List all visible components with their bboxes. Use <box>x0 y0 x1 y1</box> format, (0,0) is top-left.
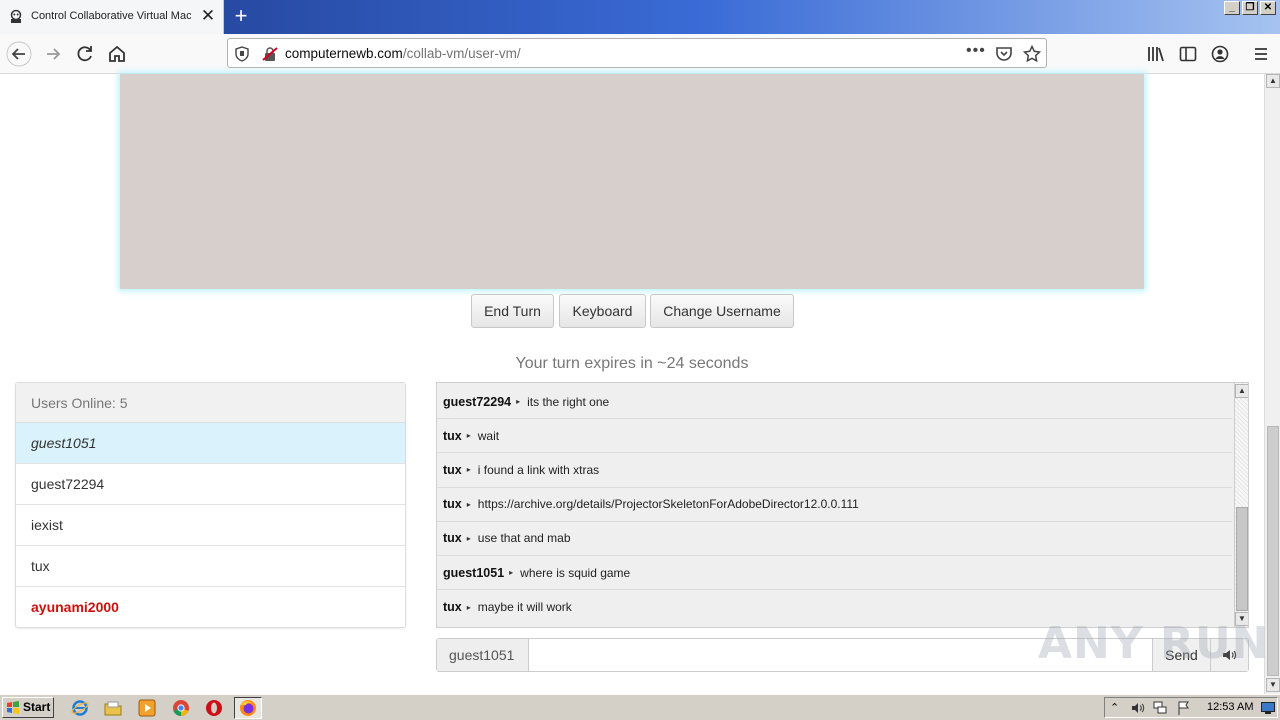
minimize-window-icon[interactable]: _ <box>1224 1 1240 15</box>
tracking-shield-icon[interactable] <box>234 46 250 62</box>
scroll-down-icon[interactable]: ▼ <box>1266 678 1280 692</box>
chat-text: use that and mab <box>477 531 571 546</box>
keyboard-button[interactable]: Keyboard <box>559 294 646 328</box>
chat-text: where is squid game <box>520 565 631 580</box>
arrow-icon: ▸ <box>466 431 471 441</box>
tray-expand-icon[interactable]: ⌃ <box>1110 701 1124 715</box>
close-tab-icon[interactable]: ✕ <box>199 7 217 25</box>
url-text: computernewb.com/collab-vm/user-vm/ <box>285 46 521 61</box>
firefox-taskbar-button[interactable] <box>234 697 262 719</box>
arrow-icon: ▸ <box>466 602 471 612</box>
account-icon[interactable] <box>1211 45 1229 63</box>
reload-icon[interactable] <box>72 41 98 67</box>
arrow-icon: ▸ <box>466 533 471 543</box>
collabvm-favicon-icon <box>10 9 22 23</box>
bookmark-star-icon[interactable] <box>1023 45 1041 63</box>
chrome-icon[interactable] <box>172 699 190 717</box>
restore-window-icon[interactable]: ❐ <box>1242 1 1258 15</box>
pocket-icon[interactable] <box>995 45 1013 63</box>
user-list-item[interactable]: tux <box>16 546 405 587</box>
tab-title: Control Collaborative Virtual Machine <box>31 10 191 22</box>
chat-scrollbar[interactable]: ▲ ▼ <box>1234 383 1248 627</box>
chat-scrollbar-thumb[interactable] <box>1236 507 1248 611</box>
anyrun-watermark: ANY RUN <box>1038 612 1269 669</box>
chat-message: tux ▸ use that and mab <box>437 522 1232 556</box>
library-icon[interactable] <box>1147 45 1165 63</box>
file-explorer-icon[interactable] <box>104 699 122 717</box>
url-domain: computernewb.com <box>285 46 403 61</box>
chat-text[interactable]: https://archive.org/details/ProjectorSke… <box>478 497 859 511</box>
chat-username[interactable]: tux <box>443 497 462 511</box>
close-window-icon[interactable]: ✕ <box>1260 1 1276 15</box>
show-desktop-icon[interactable] <box>1261 702 1275 714</box>
scroll-up-icon[interactable]: ▲ <box>1266 74 1280 88</box>
menu-icon[interactable] <box>1252 45 1270 63</box>
end-turn-button[interactable]: End Turn <box>471 294 554 328</box>
chat-username-label: guest1051 <box>437 639 529 671</box>
chat-username[interactable]: tux <box>443 463 462 477</box>
chat-message-list: guest72294 ▸ its the right one tux ▸ wait tu… <box>437 385 1232 624</box>
chat-text: wait <box>477 428 500 443</box>
chat-message: guest1051 ▸ where is squid game <box>437 556 1232 591</box>
user-list-item[interactable]: ayunami2000 <box>16 587 405 628</box>
new-tab-icon[interactable]: + <box>230 4 252 28</box>
back-icon[interactable] <box>6 41 32 67</box>
watermark-text: ANY RUN <box>1038 618 1270 669</box>
browser-tab[interactable]: Control Collaborative Virtual Machine ✕ <box>0 0 224 34</box>
users-online-panel: Users Online: 5 guest1051 guest72294 iex… <box>15 382 406 628</box>
browser-toolbar: computernewb.com/collab-vm/user-vm/ ••• <box>0 34 1280 74</box>
clock-time[interactable]: 12:53 AM <box>1207 701 1253 713</box>
home-icon[interactable] <box>104 41 130 67</box>
chat-username[interactable]: tux <box>443 600 462 614</box>
user-list-item[interactable]: iexist <box>16 505 405 546</box>
forward-icon[interactable] <box>40 41 66 67</box>
chat-username[interactable]: guest72294 <box>443 395 511 409</box>
volume-icon[interactable] <box>1131 701 1145 715</box>
network-icon[interactable] <box>1153 701 1167 715</box>
sidebar-icon[interactable] <box>1179 45 1197 63</box>
chat-username[interactable]: guest1051 <box>443 566 504 580</box>
chat-panel: guest72294 ▸ its the right one tux ▸ wait tu… <box>436 382 1249 628</box>
page-actions-icon[interactable]: ••• <box>966 42 986 60</box>
chat-message: tux ▸ wait <box>437 419 1232 454</box>
arrow-icon: ▸ <box>516 397 521 407</box>
arrow-icon: ▸ <box>466 465 471 475</box>
address-bar[interactable]: computernewb.com/collab-vm/user-vm/ ••• <box>227 38 1047 68</box>
vm-display[interactable] <box>120 74 1144 289</box>
opera-icon[interactable] <box>205 699 223 717</box>
user-list-item[interactable]: guest72294 <box>16 464 405 505</box>
window-controls: _ ❐ ✕ <box>1224 1 1276 15</box>
page-scrollbar[interactable]: ▲ ▼ <box>1264 74 1280 694</box>
start-button[interactable]: Start <box>2 697 54 718</box>
internet-explorer-icon[interactable] <box>71 699 89 717</box>
url-path: /collab-vm/user-vm/ <box>402 46 521 61</box>
system-tray: ⌃ 12:53 AM <box>1104 697 1278 718</box>
chat-username[interactable]: tux <box>443 531 462 545</box>
change-username-button[interactable]: Change Username <box>650 294 794 328</box>
start-label: Start <box>23 700 51 714</box>
action-center-flag-icon[interactable] <box>1177 701 1191 715</box>
users-online-header: Users Online: 5 <box>16 383 405 423</box>
firefox-icon <box>240 700 256 716</box>
chat-message: tux ▸ i found a link with xtras <box>437 453 1232 488</box>
windows-taskbar: Start ⌃ 12:53 AM <box>0 694 1280 720</box>
chat-text: i found a link with xtras <box>477 462 600 477</box>
turn-status-text: Your turn expires in ~24 seconds <box>515 355 749 372</box>
chat-message: guest72294 ▸ its the right one <box>437 385 1232 420</box>
chat-message: tux ▸ https://archive.org/details/Projecto… <box>437 488 1232 522</box>
chat-text: its the right one <box>527 394 610 409</box>
browser-tab-strip: Control Collaborative Virtual Machine ✕ … <box>0 0 1280 34</box>
user-list-item[interactable]: guest1051 <box>16 423 405 464</box>
arrow-icon: ▸ <box>466 499 471 509</box>
arrow-icon: ▸ <box>509 568 514 578</box>
scroll-up-icon[interactable]: ▲ <box>1235 384 1248 398</box>
insecure-lock-icon[interactable] <box>262 46 278 62</box>
chat-text: maybe it will work <box>477 600 572 615</box>
media-player-icon[interactable] <box>138 699 156 717</box>
windows-logo-icon <box>7 701 19 714</box>
chat-username[interactable]: tux <box>443 429 462 443</box>
